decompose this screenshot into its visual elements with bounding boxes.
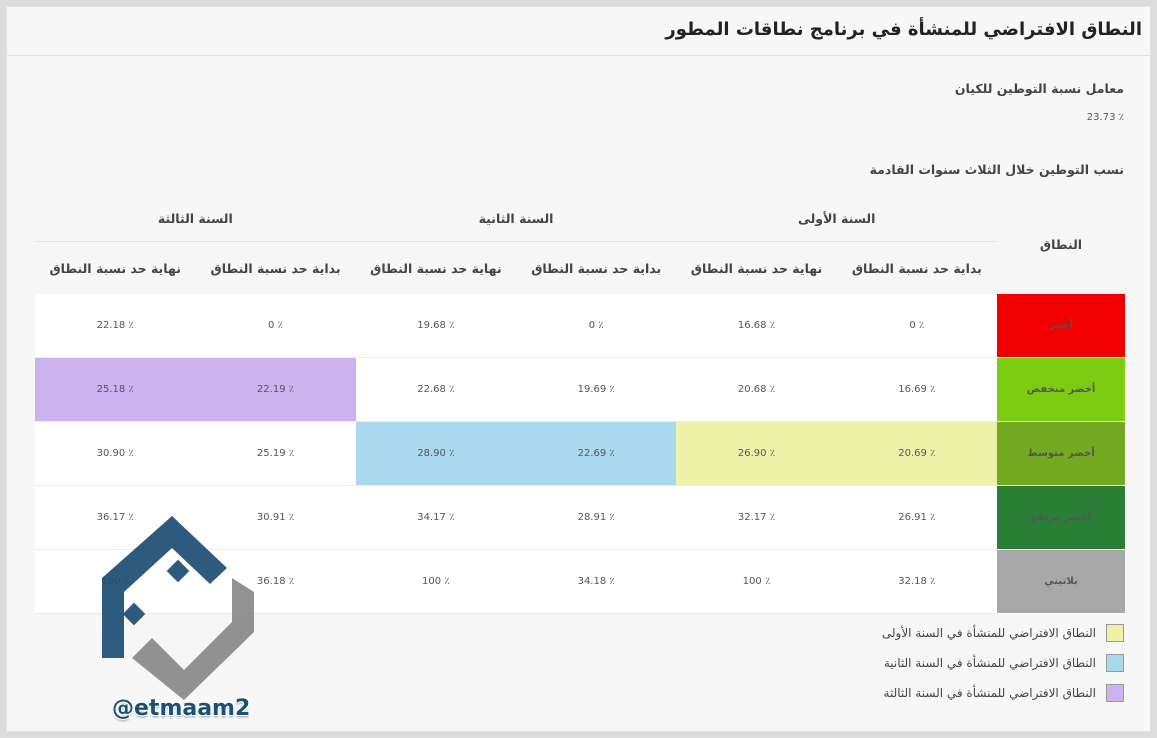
table-cell: ٪ 22.68 (355, 357, 517, 422)
table-cell: ٪ 100 (676, 549, 837, 614)
band-column-header: النطاق (997, 195, 1125, 294)
table-cell: ٪ 0 (195, 294, 356, 358)
table-cell: ٪ 19.68 (355, 294, 517, 358)
table-cell: ٪ 100 (355, 549, 517, 614)
limit-end-header: نهاية حد نسبة النطاق (35, 241, 196, 294)
table-cell: ٪ 19.69 (516, 357, 677, 422)
title-divider (7, 55, 1150, 56)
table-cell: ٪ 25.19 (195, 421, 356, 486)
table-row: أخضر منخفض ٪ 16.69 ٪ 20.68 ٪ 19.69 ٪ 22.… (35, 357, 1125, 422)
saudization-ratio-label: معامل نسبة التوطين للكيان (954, 81, 1124, 96)
table-row: أحمر ٪ 0 ٪ 16.68 ٪ 0 ٪ 19.68 ٪ 0 ٪ 22.18 (35, 294, 1125, 358)
year-1-header: السنة الأولى (676, 195, 997, 242)
year-3-header: السنة الثالثة (35, 195, 356, 242)
table-cell: ٪ 34.17 (355, 485, 517, 550)
band-cell-platinum: بلاتيني (997, 549, 1125, 614)
limit-start-header: بداية حد نسبة النطاق (836, 241, 997, 294)
limit-end-header: نهاية حد نسبة النطاق (355, 241, 517, 294)
table-cell: ٪ 30.90 (35, 421, 196, 486)
table-cell: ٪ 26.91 (836, 485, 997, 550)
table-cell: ٪ 32.17 (676, 485, 837, 550)
table-cell: ٪ 34.18 (516, 549, 677, 614)
table-cell: ٪ 32.18 (836, 549, 997, 614)
limit-start-header: بداية حد نسبة النطاق (516, 241, 677, 294)
etmaam-logo-watermark (102, 516, 254, 700)
saudization-ratio-value: ٪ 23.73 (1086, 112, 1124, 123)
year-2-header: السنة الثانية (355, 195, 677, 242)
legend-swatch (1106, 624, 1124, 642)
table-cell: ٪ 16.69 (836, 357, 997, 422)
table-cell-year3-highlight: ٪ 22.19 (195, 357, 356, 422)
legend-label: النطاق الافتراضي للمنشأة في السنة الأولى (881, 626, 1096, 640)
page-title: النطاق الافتراضي للمنشأة في برنامج نطاقا… (665, 19, 1142, 40)
legend-swatch (1106, 684, 1124, 702)
year-header-row: النطاق السنة الأولى السنة الثانية السنة … (35, 195, 1125, 294)
limit-end-header: نهاية حد نسبة النطاق (676, 241, 837, 294)
band-cell-red: أحمر (997, 294, 1125, 358)
legend-item-year-2: النطاق الافتراضي للمنشأة في السنة الثاني… (884, 654, 1124, 672)
legend-label: النطاق الافتراضي للمنشأة في السنة الثالث… (883, 686, 1096, 700)
legend-item-year-3: النطاق الافتراضي للمنشأة في السنة الثالث… (884, 684, 1124, 702)
band-cell-low-green: أخضر منخفض (997, 357, 1125, 422)
legend-label: النطاق الافتراضي للمنشأة في السنة الثاني… (883, 656, 1096, 670)
table-cell-year1-highlight: ٪ 26.90 (676, 421, 837, 486)
table-cell-year2-highlight: ٪ 28.90 (355, 421, 517, 486)
table-cell: ٪ 0 (836, 294, 997, 358)
limit-start-header: بداية حد نسبة النطاق (195, 241, 356, 294)
table-cell: ٪ 22.18 (35, 294, 196, 358)
table-cell: ٪ 28.91 (516, 485, 677, 550)
table-cell: ٪ 0 (516, 294, 677, 358)
table-cell-year3-highlight: ٪ 25.18 (35, 357, 196, 422)
projection-label: نسب التوطين خلال الثلاث سنوات القادمة (869, 162, 1124, 177)
table-cell-year1-highlight: ٪ 20.69 (836, 421, 997, 486)
table-cell: ٪ 16.68 (676, 294, 837, 358)
table-cell-year2-highlight: ٪ 22.69 (516, 421, 677, 486)
table-cell: ٪ 20.68 (676, 357, 837, 422)
limit-header-row: بداية حد نسبة النطاق نهاية حد نسبة النطا… (35, 241, 1125, 294)
band-cell-high-green: أخضر مرتفع (997, 485, 1125, 550)
band-cell-medium-green: أخضر متوسط (997, 421, 1125, 486)
table-row: أخضر متوسط ٪ 20.69 ٪ 26.90 ٪ 22.69 ٪ 28.… (35, 421, 1125, 486)
legend-item-year-1: النطاق الافتراضي للمنشأة في السنة الأولى (882, 624, 1124, 642)
watermark-handle: @etmaam2 (112, 696, 251, 721)
legend-swatch (1106, 654, 1124, 672)
